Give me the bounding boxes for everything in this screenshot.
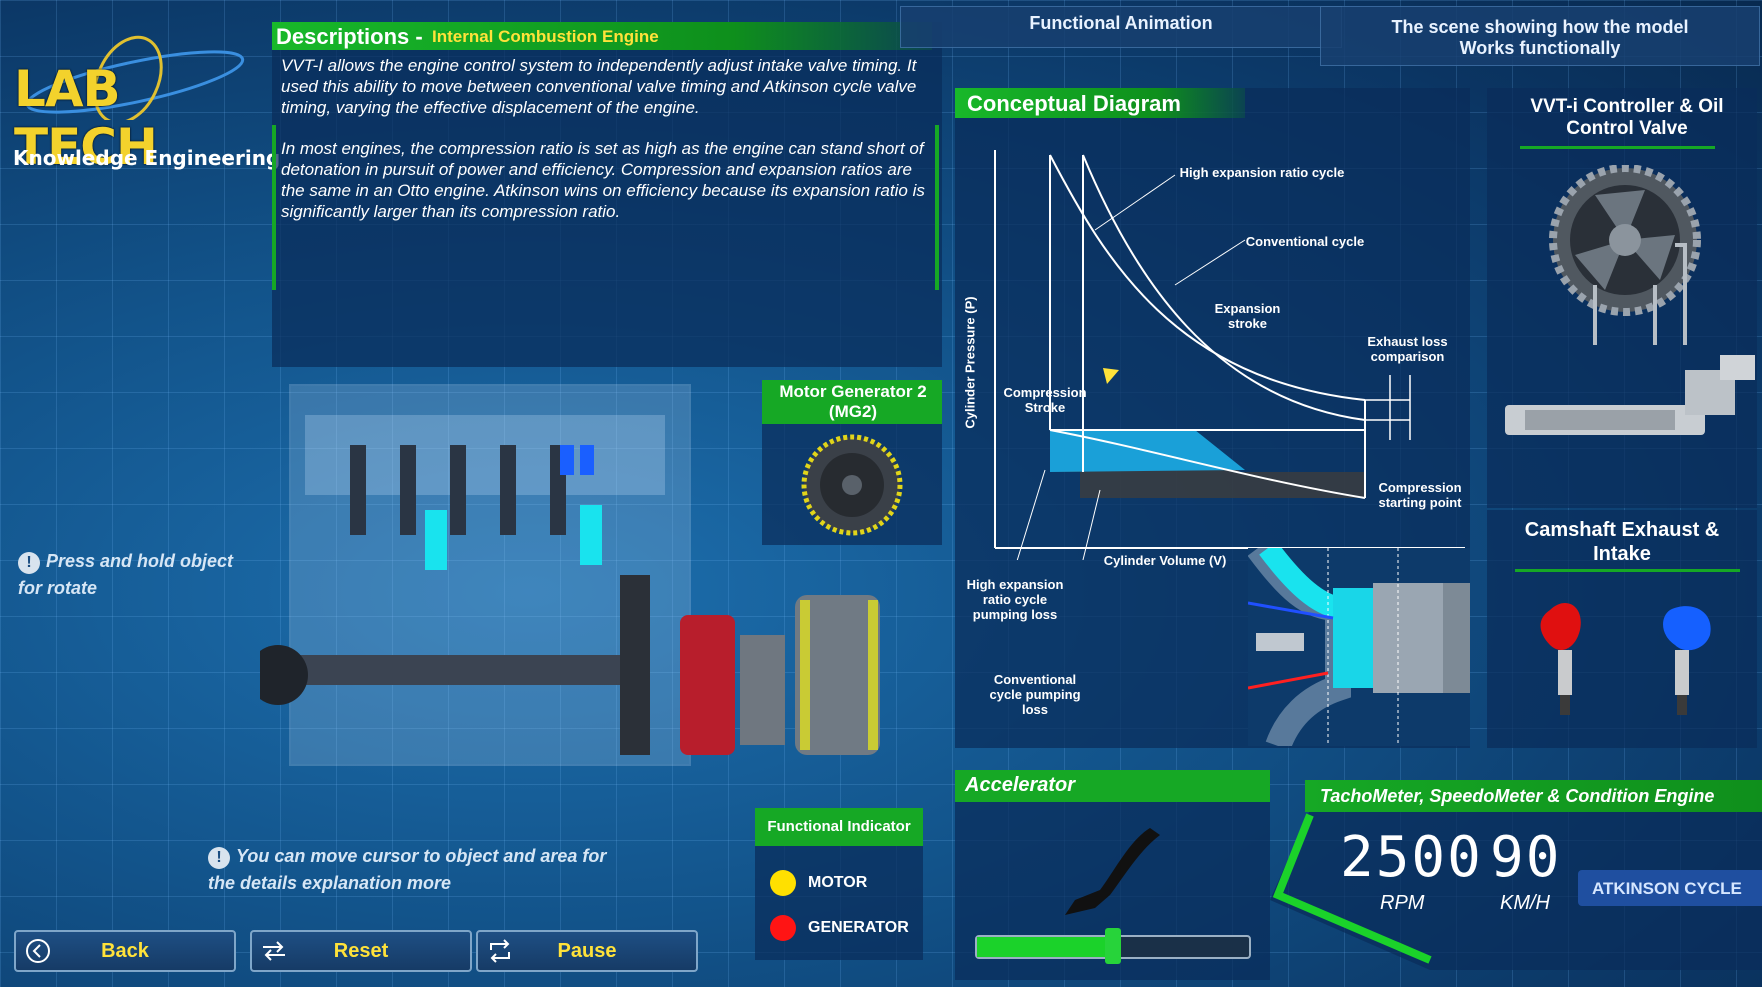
descriptions-header: Descriptions - Internal Combustion Engin…: [272, 22, 932, 50]
pause-button[interactable]: Pause: [476, 930, 698, 972]
generator-dot-icon: [770, 915, 796, 941]
label-high-expansion: High expansion ratio cycle: [1179, 165, 1345, 180]
accelerator-pedal-icon[interactable]: [1055, 820, 1165, 920]
rpm-readout: 2500: [1340, 825, 1483, 890]
vvti-title: VVT-i Controller & Oil Control Valve: [1530, 96, 1724, 139]
descriptions-scroll-left: [272, 125, 276, 290]
logo-subtitle: Knowledge Engineering: [13, 146, 281, 170]
label-conv-pumping: Conventional cycle pumping loss: [989, 672, 1081, 717]
speed-unit: KM/H: [1500, 892, 1550, 914]
back-button[interactable]: Back: [14, 930, 236, 972]
info-icon: !: [18, 552, 40, 574]
label-compression: Compression Stroke: [1003, 385, 1087, 415]
info-icon: !: [208, 847, 230, 869]
label-compression-start: Compression starting point: [1378, 480, 1462, 510]
accelerator-slider-fill: [977, 937, 1113, 957]
descriptions-title: Descriptions -: [276, 24, 423, 49]
vvti-controller-icon[interactable]: [1495, 165, 1755, 455]
descriptions-text-1: VVT-I allows the engine control system t…: [281, 56, 917, 117]
speed-readout: 90: [1490, 825, 1562, 890]
pv-xlabel: Cylinder Volume (V): [1103, 553, 1227, 568]
hint-rotate: ! Press and hold object for rotate: [18, 551, 234, 598]
indicator-generator: GENERATOR: [770, 915, 909, 941]
tacho-title: TachoMeter, SpeedoMeter & Condition Engi…: [1320, 786, 1715, 806]
tab-functional-animation[interactable]: Functional Animation: [900, 6, 1342, 48]
camshaft-title: Camshaft Exhaust & Intake: [1524, 519, 1720, 565]
cycle-status-badge: ATKINSON CYCLE: [1578, 870, 1762, 906]
accelerator-slider-handle[interactable]: [1105, 928, 1121, 964]
tab-scene-description[interactable]: The scene showing how the model Works fu…: [1320, 6, 1760, 66]
vvti-underline: [1520, 146, 1715, 149]
motor-dot-icon: [770, 870, 796, 896]
rpm-unit: RPM: [1380, 892, 1425, 914]
conceptual-diagram-header: Conceptual Diagram: [955, 88, 1245, 118]
pv-ylabel: Cylinder Pressure (P): [962, 296, 978, 429]
label-conventional: Conventional cycle: [1245, 234, 1365, 249]
reset-icon: [252, 938, 296, 964]
indicator-title: Functional Indicator: [767, 818, 911, 835]
hint-cursor: ! You can move cursor to object and area …: [208, 846, 607, 893]
descriptions-subtitle: Internal Combustion Engine: [432, 27, 659, 46]
indicator-motor: MOTOR: [770, 870, 867, 896]
label-high-pumping: High expansion ratio cycle pumping loss: [966, 577, 1064, 622]
label-exhaust-loss: Exhaust loss comparison: [1367, 334, 1448, 364]
camshaft-underline: [1515, 569, 1740, 572]
mg2-title: Motor Generator 2 (MG2): [779, 382, 927, 421]
loop-icon: [478, 938, 522, 964]
descriptions-scroll-right[interactable]: [935, 125, 939, 290]
back-icon: [16, 938, 60, 964]
reset-button[interactable]: Reset: [250, 930, 472, 972]
camshaft-icon[interactable]: [1520, 595, 1740, 725]
mg2-icon[interactable]: [800, 430, 910, 540]
label-expansion: Expansion stroke: [1214, 301, 1281, 331]
accelerator-title: Accelerator: [965, 774, 1076, 796]
descriptions-text-2: In most engines, the compression ratio i…: [281, 139, 925, 221]
logo: LAB TECH Knowledge Engineering: [10, 30, 280, 176]
piston-animation[interactable]: [1248, 548, 1470, 746]
